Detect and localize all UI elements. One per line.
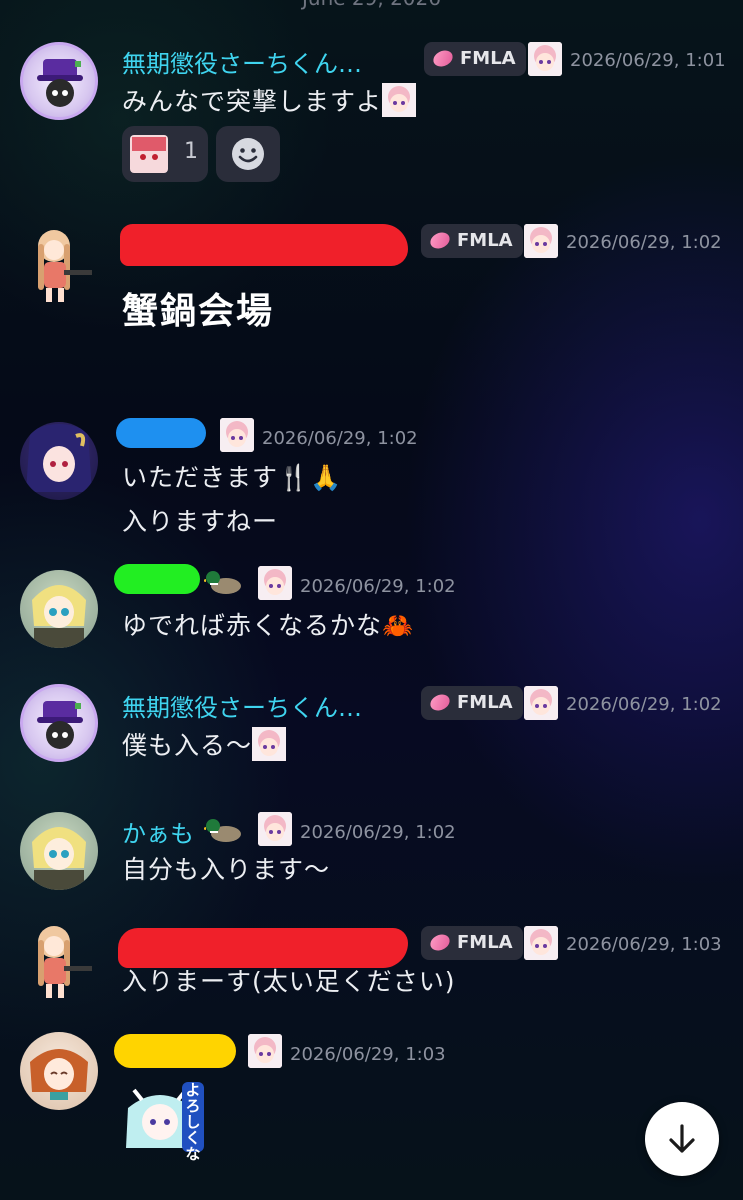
redaction-mark	[120, 224, 408, 266]
duck-icon	[200, 568, 244, 600]
sticker-image[interactable]: よろしくな	[120, 1078, 206, 1162]
duck-icon	[200, 816, 244, 848]
role-badge: FMLA	[421, 686, 523, 720]
message-text: みんなで突撃しますよ	[122, 82, 417, 123]
gem-icon	[430, 47, 456, 70]
avatar[interactable]	[20, 812, 98, 890]
avatar[interactable]	[20, 42, 98, 120]
user-icon	[524, 686, 558, 720]
user-icon	[528, 42, 562, 76]
reaction-count: 1	[184, 139, 198, 164]
gem-icon	[427, 229, 453, 252]
redaction-mark	[114, 1034, 236, 1068]
avatar[interactable]	[20, 1032, 98, 1110]
timestamp: 2026/06/29, 1:02	[566, 232, 722, 253]
redaction-mark	[116, 418, 206, 448]
avatar[interactable]	[20, 422, 98, 500]
user-icon	[524, 224, 558, 258]
add-reaction-button[interactable]	[216, 126, 280, 182]
reaction-emoji-icon	[130, 135, 168, 177]
gem-icon	[427, 691, 453, 714]
timestamp: 2026/06/29, 1:03	[290, 1044, 446, 1065]
role-badge: FMLA	[421, 926, 523, 960]
user-icon	[220, 418, 254, 452]
user-icon	[248, 1034, 282, 1068]
timestamp: 2026/06/29, 1:02	[262, 428, 418, 449]
role-badge: FMLA	[421, 224, 523, 258]
avatar[interactable]	[20, 570, 98, 648]
timestamp: 2026/06/29, 1:02	[300, 576, 456, 597]
timestamp: 2026/06/29, 1:01	[570, 50, 726, 71]
sticker-emoji-icon	[382, 83, 417, 123]
gem-icon	[427, 931, 453, 954]
avatar[interactable]	[24, 226, 96, 306]
username[interactable]: 無期懲役さーちくん…	[122, 688, 362, 723]
message-text: 蟹鍋会場	[122, 291, 275, 332]
sticker-emoji-icon	[252, 727, 287, 767]
reaction-chip[interactable]: 1	[122, 126, 208, 182]
message-text: ゆでれば赤くなるかな🦀	[122, 611, 415, 640]
username[interactable]: かぁも	[122, 814, 194, 849]
avatar[interactable]	[24, 922, 96, 1002]
arrow-down-icon	[664, 1121, 700, 1161]
message-text: いただきます🍴🙏	[122, 463, 343, 492]
role-badge: FMLA	[424, 42, 526, 76]
timestamp: 2026/06/29, 1:02	[566, 694, 722, 715]
date-divider: June 29, 2026	[0, 0, 743, 10]
message-text: 入りまーす(太い足ください)	[122, 967, 456, 996]
smiley-icon	[230, 136, 266, 176]
scroll-to-bottom-button[interactable]	[645, 1102, 719, 1176]
redaction-mark	[114, 564, 200, 594]
message-text: 僕も入る〜	[122, 726, 287, 767]
username[interactable]: 無期懲役さーちくん…	[122, 44, 362, 79]
message-text: 自分も入ります〜	[122, 855, 331, 884]
timestamp: 2026/06/29, 1:03	[566, 934, 722, 955]
user-icon	[258, 812, 292, 846]
sticker-caption: よろしくな	[185, 1081, 201, 1163]
user-icon	[258, 566, 292, 600]
avatar[interactable]	[20, 684, 98, 762]
timestamp: 2026/06/29, 1:02	[300, 822, 456, 843]
user-icon	[524, 926, 558, 960]
message-text-line2: 入りますねー	[122, 507, 279, 536]
